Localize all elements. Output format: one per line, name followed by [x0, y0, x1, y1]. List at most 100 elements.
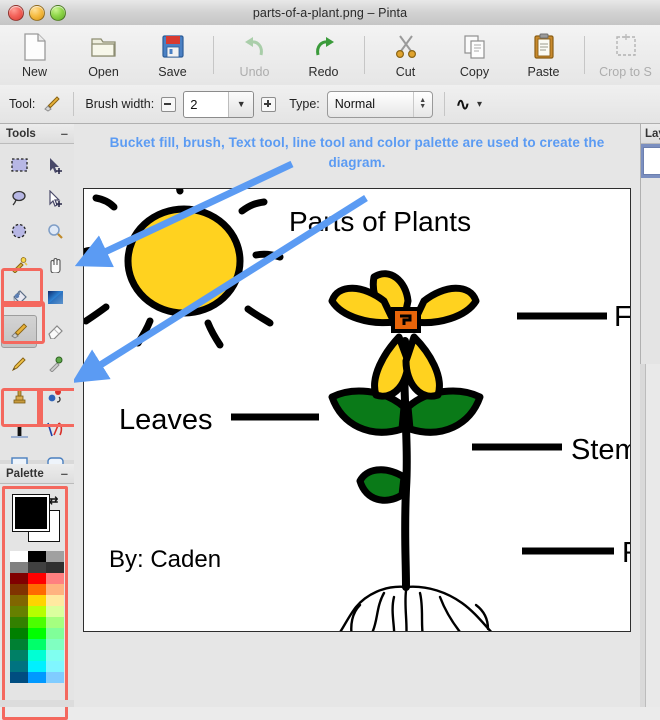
redo-button[interactable]: Redo [289, 26, 358, 84]
paintbrush-tool[interactable] [1, 315, 37, 348]
palette-swatch-26[interactable] [46, 639, 64, 650]
minimize-dash-icon[interactable]: – [61, 467, 68, 480]
maximize-button[interactable] [50, 5, 66, 21]
copy-button[interactable]: Copy [440, 26, 509, 84]
arrow-plus-icon [46, 157, 65, 177]
paste-button[interactable]: Paste [509, 26, 578, 84]
canvas-area[interactable]: Bucket fill, brush, Text tool, line tool… [74, 124, 640, 707]
move-selected-tool[interactable] [37, 150, 73, 183]
squiggle-line-icon[interactable]: ∿ [456, 96, 470, 113]
color-picker-tool[interactable] [37, 348, 73, 381]
palette-swatch-9[interactable] [10, 584, 28, 595]
brush-width-input[interactable]: 2 ▼ [183, 90, 255, 118]
text-tool[interactable] [1, 414, 37, 447]
canvas-scrollbar[interactable] [645, 364, 660, 707]
eraser-tool[interactable] [37, 315, 73, 348]
drawing-canvas[interactable]: Parts of Plants F Leaves Stem By: Caden [76, 169, 640, 647]
line-curve-tool[interactable] [37, 414, 73, 447]
chevron-down-icon[interactable]: ▾ [477, 99, 482, 110]
crop-to-selection-button[interactable]: Crop to S [591, 26, 660, 84]
palette-swatch-7[interactable] [28, 573, 46, 584]
palette-swatch-5[interactable] [46, 562, 64, 573]
palette-swatch-18[interactable] [10, 617, 28, 628]
recolor-tool[interactable] [37, 381, 73, 414]
stepper-icon[interactable]: ▲ ▼ [412, 91, 432, 117]
move-selection-tool[interactable] [37, 183, 73, 216]
palette-swatch-16[interactable] [28, 606, 46, 617]
close-button[interactable] [8, 5, 24, 21]
palette-swatch-33[interactable] [10, 672, 28, 683]
palette-swatch-14[interactable] [46, 595, 64, 606]
lasso-select-tool[interactable] [1, 183, 37, 216]
type-select[interactable]: Normal ▲ ▼ [326, 90, 433, 118]
layer-row[interactable] [641, 144, 660, 178]
palette-swatch-11[interactable] [46, 584, 64, 595]
palette-swatch-0[interactable] [10, 551, 28, 562]
layers-panel-title: Lay [645, 127, 660, 140]
palette-swatch-24[interactable] [10, 639, 28, 650]
palette-swatch-15[interactable] [10, 606, 28, 617]
palette-swatch-grid[interactable] [0, 551, 74, 683]
palette-swatch-28[interactable] [28, 650, 46, 661]
pan-tool[interactable] [37, 249, 73, 282]
palette-panel: Palette – ⇄ [0, 464, 75, 720]
open-button[interactable]: Open [69, 26, 138, 84]
layers-panel-header: Lay [641, 124, 660, 144]
palette-swatch-1[interactable] [28, 551, 46, 562]
palette-swatch-2[interactable] [46, 551, 64, 562]
cut-button[interactable]: Cut [371, 26, 440, 84]
redo-label: Redo [308, 64, 339, 79]
zoom-tool[interactable] [37, 216, 73, 249]
palette-swatch-3[interactable] [10, 562, 28, 573]
paint-bucket-tool[interactable] [1, 282, 37, 315]
tool-label: Tool: [9, 97, 36, 111]
save-button[interactable]: Save [138, 26, 207, 84]
palette-swatch-27[interactable] [10, 650, 28, 661]
rectangle-select-tool[interactable] [1, 150, 37, 183]
palette-swatch-6[interactable] [10, 573, 28, 584]
palette-swatch-20[interactable] [46, 617, 64, 628]
palette-swatch-35[interactable] [46, 672, 64, 683]
palette-swatch-22[interactable] [28, 628, 46, 639]
minimize-button[interactable] [29, 5, 45, 21]
palette-swatch-13[interactable] [28, 595, 46, 606]
text-t-icon [10, 421, 29, 441]
save-label: Save [158, 64, 187, 79]
flower-drawing [328, 270, 480, 400]
gradient-icon [46, 289, 65, 309]
palette-swatch-19[interactable] [28, 617, 46, 628]
undo-button[interactable]: Undo [220, 26, 289, 84]
brush-width-decrease-button[interactable] [161, 96, 177, 112]
palette-swatch-30[interactable] [10, 661, 28, 672]
palette-swatch-25[interactable] [28, 639, 46, 650]
palette-swatch-23[interactable] [46, 628, 64, 639]
palette-swatch-8[interactable] [46, 573, 64, 584]
new-button[interactable]: New [0, 26, 69, 84]
chevron-down-icon[interactable]: ▼ [228, 91, 254, 117]
paintbrush-icon [42, 94, 62, 115]
pencil-icon [10, 355, 29, 375]
gradient-tool[interactable] [37, 282, 73, 315]
clone-stamp-tool[interactable] [1, 381, 37, 414]
brush-width-increase-button[interactable] [261, 96, 277, 112]
pencil-tool[interactable] [1, 348, 37, 381]
crop-to-selection-label: Crop to S [599, 64, 652, 79]
primary-color-swatch[interactable] [12, 494, 50, 532]
outline-arrow-plus-icon [46, 189, 65, 210]
palette-swatch-12[interactable] [10, 595, 28, 606]
new-label: New [21, 64, 47, 79]
palette-swatch-17[interactable] [46, 606, 64, 617]
palette-swatch-4[interactable] [28, 562, 46, 573]
tools-panel: Tools – [0, 124, 79, 503]
palette-swatch-34[interactable] [28, 672, 46, 683]
palette-swatch-32[interactable] [46, 661, 64, 672]
palette-swatch-29[interactable] [46, 650, 64, 661]
palette-swatch-21[interactable] [10, 628, 28, 639]
palette-swatch-31[interactable] [28, 661, 46, 672]
minimize-dash-icon[interactable]: – [61, 127, 68, 140]
ellipse-select-tool[interactable] [1, 216, 37, 249]
palette-swatch-10[interactable] [28, 584, 46, 595]
magic-wand-tool[interactable] [1, 249, 37, 282]
swap-colors-icon[interactable]: ⇄ [49, 494, 58, 507]
sun-drawing [76, 169, 284, 349]
